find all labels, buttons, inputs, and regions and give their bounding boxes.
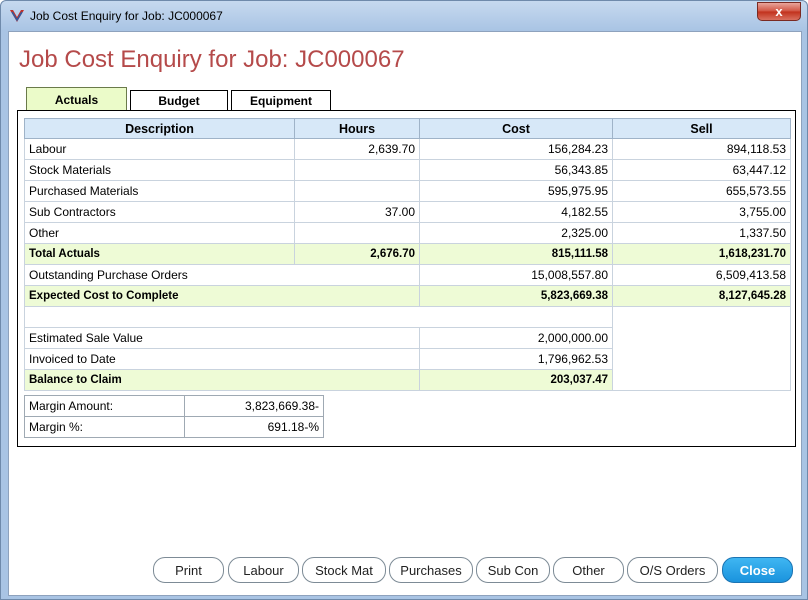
column-header-cost: Cost	[419, 118, 613, 139]
page-title: Job Cost Enquiry for Job: JC000067	[19, 46, 405, 73]
table-row-purchased-materials[interactable]: Purchased Materials 595,975.95 655,573.5…	[24, 180, 791, 202]
total-actuals-row: Total Actuals 2,676.70 815,111.58 1,618,…	[24, 243, 791, 265]
cell-description: Expected Cost to Complete	[24, 285, 420, 307]
column-header-hours: Hours	[294, 118, 420, 139]
cell-cost: 815,111.58	[419, 243, 613, 265]
cell-value: 1,796,962.53	[419, 348, 613, 370]
margin-amount-label: Margin Amount:	[24, 395, 185, 417]
cell-description: Other	[24, 222, 295, 244]
app-logo-icon	[10, 10, 24, 22]
cell-cost: 156,284.23	[419, 138, 613, 160]
cell-hours	[294, 222, 420, 244]
close-icon: x	[775, 4, 783, 19]
cell-cost: 595,975.95	[419, 180, 613, 202]
cell-cost: 5,823,669.38	[419, 285, 613, 307]
cell-value: 203,037.47	[419, 369, 613, 391]
table-row-stock-materials[interactable]: Stock Materials 56,343.85 63,447.12	[24, 159, 791, 181]
column-header-sell: Sell	[612, 118, 791, 139]
cell-description: Stock Materials	[24, 159, 295, 181]
cell-hours	[294, 180, 420, 202]
cell-description: Outstanding Purchase Orders	[24, 264, 420, 286]
spacer-cell	[24, 306, 613, 328]
expected-cost-row: Expected Cost to Complete 5,823,669.38 8…	[24, 285, 791, 307]
window-title: Job Cost Enquiry for Job: JC000067	[30, 9, 223, 23]
margin-percent-label: Margin %:	[24, 416, 185, 438]
other-button[interactable]: Other	[553, 557, 624, 583]
cell-description: Sub Contractors	[24, 201, 295, 223]
cell-sell: 63,447.12	[612, 159, 791, 181]
empty-cell	[612, 306, 791, 391]
cell-description: Balance to Claim	[24, 369, 420, 391]
client-area: Job Cost Enquiry for Job: JC000067 Actua…	[8, 31, 802, 596]
cell-description: Estimated Sale Value	[24, 327, 420, 349]
spacer-row	[24, 306, 791, 391]
app-window: Job Cost Enquiry for Job: JC000067 x Job…	[0, 0, 808, 600]
cell-hours: 2,639.70	[294, 138, 420, 160]
job-cost-table: Description Hours Cost Sell Labour 2,639…	[24, 118, 791, 391]
cell-description: Total Actuals	[24, 243, 295, 265]
cell-cost: 15,008,557.80	[419, 264, 613, 286]
margin-amount-row: Margin Amount: 3,823,669.38-	[24, 395, 324, 417]
stock-mat-button[interactable]: Stock Mat	[302, 557, 386, 583]
tab-budget[interactable]: Budget	[130, 90, 228, 111]
cell-hours: 2,676.70	[294, 243, 420, 265]
cell-hours: 37.00	[294, 201, 420, 223]
outstanding-purchase-orders-row[interactable]: Outstanding Purchase Orders 15,008,557.8…	[24, 264, 791, 286]
tab-equipment[interactable]: Equipment	[231, 90, 331, 111]
tab-actuals[interactable]: Actuals	[26, 87, 127, 112]
title-bar[interactable]: Job Cost Enquiry for Job: JC000067 x	[1, 1, 807, 31]
cell-sell: 1,337.50	[612, 222, 791, 244]
cell-hours	[294, 159, 420, 181]
margin-summary: Margin Amount: 3,823,669.38- Margin %: 6…	[24, 395, 324, 438]
close-button[interactable]: Close	[722, 557, 793, 583]
cell-sell: 655,573.55	[612, 180, 791, 202]
margin-percent-value: 691.18-%	[184, 416, 324, 438]
table-header-row: Description Hours Cost Sell	[24, 118, 791, 139]
cell-sell: 1,618,231.70	[612, 243, 791, 265]
cell-description: Invoiced to Date	[24, 348, 420, 370]
cell-value: 2,000,000.00	[419, 327, 613, 349]
cell-cost: 2,325.00	[419, 222, 613, 244]
cell-description: Purchased Materials	[24, 180, 295, 202]
cell-sell: 8,127,645.28	[612, 285, 791, 307]
column-header-description: Description	[24, 118, 295, 139]
cell-description: Labour	[24, 138, 295, 160]
actuals-panel: Description Hours Cost Sell Labour 2,639…	[17, 110, 796, 447]
labour-button[interactable]: Labour	[228, 557, 299, 583]
print-button[interactable]: Print	[153, 557, 224, 583]
os-orders-button[interactable]: O/S Orders	[627, 557, 718, 583]
table-row-sub-contractors[interactable]: Sub Contractors 37.00 4,182.55 3,755.00	[24, 201, 791, 223]
window-close-button[interactable]: x	[757, 2, 801, 21]
cell-sell: 3,755.00	[612, 201, 791, 223]
sub-con-button[interactable]: Sub Con	[476, 557, 550, 583]
table-row-labour[interactable]: Labour 2,639.70 156,284.23 894,118.53	[24, 138, 791, 160]
table-row-other[interactable]: Other 2,325.00 1,337.50	[24, 222, 791, 244]
cell-cost: 56,343.85	[419, 159, 613, 181]
margin-amount-value: 3,823,669.38-	[184, 395, 324, 417]
cell-cost: 4,182.55	[419, 201, 613, 223]
purchases-button[interactable]: Purchases	[389, 557, 473, 583]
cell-sell: 6,509,413.58	[612, 264, 791, 286]
margin-percent-row: Margin %: 691.18-%	[24, 416, 324, 438]
cell-sell: 894,118.53	[612, 138, 791, 160]
